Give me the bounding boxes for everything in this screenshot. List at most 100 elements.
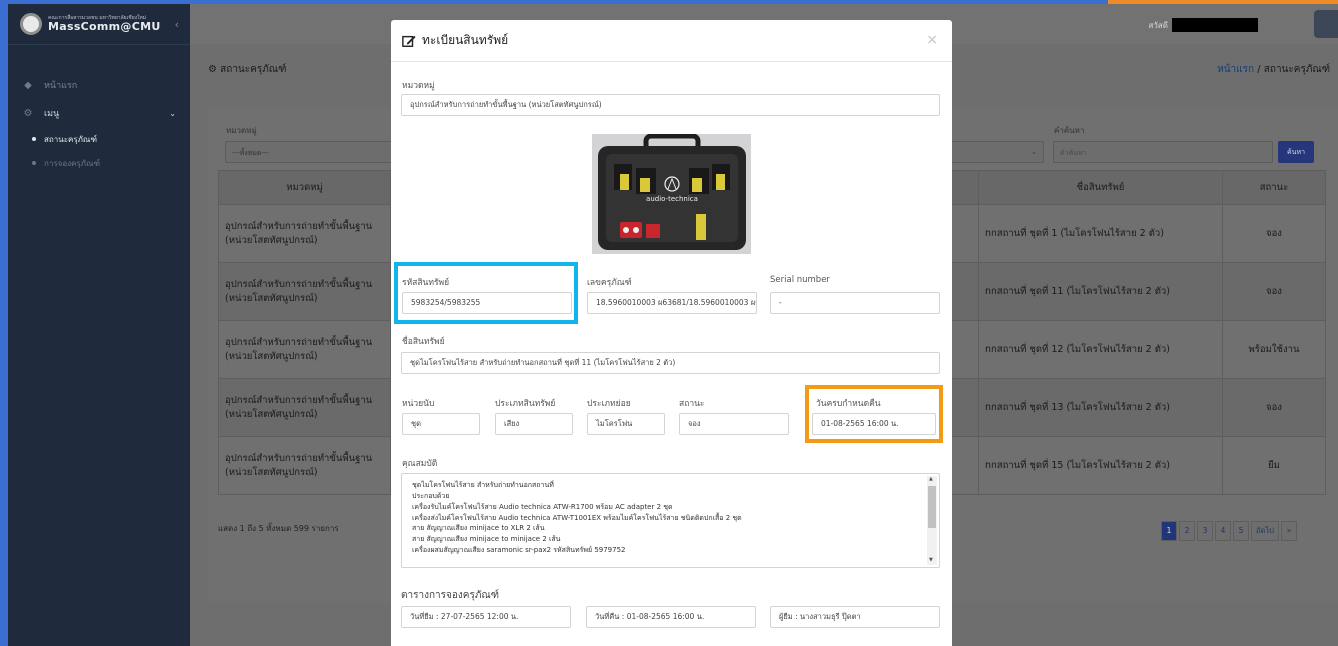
page-title: สถานะครุภัณฑ์ (220, 64, 287, 75)
column-header-category[interactable]: หมวดหมู่ (218, 170, 391, 205)
due-date-label: วันครบกำหนดคืน (816, 399, 881, 409)
cell-category: อุปกรณ์สำหรับการถ่ายทำขั้นพื้นฐาน (หน่วย… (218, 262, 391, 321)
page-4-button[interactable]: 4 (1215, 521, 1231, 541)
redacted-username (1172, 18, 1258, 32)
filter-category-label: หมวดหมู่ (226, 126, 257, 135)
booking-table-title: ตารางการจองครุภัณฑ์ (401, 590, 499, 601)
scroll-up-icon[interactable]: ▲ (929, 476, 933, 484)
specs-line: เครื่องส่งไมค์โครโฟนไร้สาย Audio technic… (412, 513, 742, 522)
cell-name: nกสถานที่ ชุดที่ 13 (ไมโครโฟนไร้สาย 2 ตั… (978, 378, 1223, 437)
gears-icon: ⚙ (208, 64, 221, 75)
breadcrumb-separator: / (1257, 64, 1261, 75)
borrower-field[interactable]: ผู้ยืม : นางสาวมธุรี ปุ๊ดตา (770, 606, 940, 628)
cell-category: อุปกรณ์สำหรับการถ่ายทำขั้นพื้นฐาน (หน่วย… (218, 378, 391, 437)
subtype-label: ประเภทย่อย (587, 399, 631, 409)
asset-code-field[interactable]: 5983254/5983255 (402, 292, 572, 314)
cell-name: nกสถานที่ ชุดที่ 11 (ไมโครโฟนไร้สาย 2 ตั… (978, 262, 1223, 321)
specs-line: เครื่องรับไมค์โครโฟนไร้สาย Audio technic… (412, 502, 673, 511)
user-greeting[interactable]: สวัสดี (1149, 18, 1258, 32)
chevron-down-icon: ⌄ (169, 108, 176, 118)
cell-name: nกสถานที่ ชุดที่ 1 (ไมโครโฟนไร้สาย 2 ตัว… (978, 204, 1223, 263)
page-1-button[interactable]: 1 (1161, 521, 1177, 541)
sidebar: คณะการสื่อสารมวลชน มหาวิทยาลัยเชียงใหม่ … (8, 4, 190, 646)
asset-name-field[interactable]: ชุดไมโครโฟนไร้สาย สำหรับถ่ายทำนอกสถานที่… (401, 352, 940, 374)
due-date-field[interactable]: 01-08-2565 16:00 น. (812, 413, 936, 435)
sidebar-item-equipment-status[interactable]: สถานะครุภัณฑ์ (8, 127, 190, 151)
sidebar-item-equipment-booking[interactable]: การจองครุภัณฑ์ (8, 151, 190, 175)
breadcrumb-home-link[interactable]: หน้าแรก (1217, 64, 1254, 75)
brand: คณะการสื่อสารมวลชน มหาวิทยาลัยเชียงใหม่ … (8, 4, 190, 44)
category-select[interactable]: ---ทั้งหมด--- (225, 141, 397, 163)
asset-modal: ทะเบียนสินทรัพย์ × หมวดหมู่ อุปกรณ์สำหรั… (391, 20, 952, 646)
gears-icon: ⚙ (23, 107, 33, 119)
specs-line: สาย สัญญาณเสียง minijace to minijace 2 เ… (412, 535, 561, 544)
chevron-down-icon[interactable]: ⌄ (940, 141, 1044, 163)
next-page-button[interactable]: ถัดไป (1251, 521, 1279, 541)
status-field[interactable]: จอง (679, 413, 789, 435)
sidebar-item-menu[interactable]: ⚙ เมนู ⌄ (8, 99, 190, 127)
diamond-icon: ◆ (24, 79, 32, 91)
asset-type-label: ประเภทสินทรัพย์ (495, 399, 556, 409)
product-photo: audio-technica (592, 134, 751, 254)
keyword-input[interactable]: คำค้นหา (1053, 141, 1273, 163)
specs-line: ชุดไมโครโฟนไร้สาย สำหรับถ่ายทำนอกสถานที่ (412, 481, 554, 489)
wireless-mic-kit-image: audio-technica (592, 134, 751, 254)
brand-name: MassComm@CMU (48, 20, 161, 33)
user-menu-icon[interactable] (1314, 10, 1338, 38)
column-header-status[interactable]: สถานะ (1222, 170, 1326, 205)
cell-status: พร้อมใช้งาน (1222, 320, 1326, 379)
brand-logo (20, 13, 42, 35)
serial-number-label: Serial number (770, 275, 830, 285)
page-2-button[interactable]: 2 (1179, 521, 1195, 541)
record-count: แสดง 1 ถึง 5 ทั้งหมด 599 รายการ (218, 524, 339, 533)
page-5-button[interactable]: 5 (1233, 521, 1249, 541)
filter-keyword-label: คำค้นหา (1054, 126, 1085, 135)
scroll-down-icon[interactable]: ▼ (929, 557, 933, 565)
specs-textarea[interactable]: ชุดไมโครโฟนไร้สาย สำหรับถ่ายทำนอกสถานที่… (401, 473, 940, 568)
sidebar-item-label: การจองครุภัณฑ์ (44, 158, 101, 168)
asset-type-field[interactable]: เสียง (495, 413, 573, 435)
greeting-text: สวัสดี (1148, 20, 1168, 30)
pagination: 1 2 3 4 5 ถัดไป » (1161, 521, 1297, 541)
photo-brand-text: audio-technica (646, 195, 698, 203)
sidebar-item-home[interactable]: ◆ หน้าแรก (8, 71, 190, 99)
last-page-button[interactable]: » (1280, 521, 1297, 541)
unit-field[interactable]: ชุด (402, 413, 480, 435)
specs-line: เครื่องผสมสัญญาณเสียง saramonic sr-pax2 … (412, 546, 626, 555)
modal-header: ทะเบียนสินทรัพย์ (391, 20, 952, 62)
scrollbar-thumb[interactable] (928, 486, 936, 528)
borrow-date-field[interactable]: วันที่ยืม : 27-07-2565 12:00 น. (401, 606, 571, 628)
serial-number-field[interactable]: - (770, 292, 940, 314)
cell-status: จอง (1222, 262, 1326, 321)
unit-label: หน่วยนับ (402, 399, 435, 409)
cell-status: จอง (1222, 378, 1326, 437)
page-3-button[interactable]: 3 (1197, 521, 1213, 541)
category-field[interactable]: อุปกรณ์สำหรับการถ่ายทำขั้นพื้นฐาน (หน่วย… (401, 94, 940, 116)
sidebar-collapse-icon[interactable]: ‹ (175, 18, 179, 31)
cell-category: อุปกรณ์สำหรับการถ่ายทำขั้นพื้นฐาน (หน่วย… (218, 436, 391, 495)
specs-line: สาย สัญญาณเสียง minijace to XLR 2 เส้น (412, 524, 545, 533)
breadcrumb-current: สถานะครุภัณฑ์ (1263, 64, 1330, 75)
sidebar-item-label: เมนู (44, 109, 60, 119)
specs-label: คุณสมบัติ (402, 459, 438, 469)
modal-title: ทะเบียนสินทรัพย์ (422, 33, 509, 47)
equipment-number-field[interactable]: 18.5960010003 ผ63681/18.5960010003 ผ6 (587, 292, 757, 314)
search-button[interactable]: ค้นหา (1278, 141, 1314, 163)
column-header-name[interactable]: ชื่อสินทรัพย์ (978, 170, 1223, 205)
cell-name: nกสถานที่ ชุดที่ 12 (ไมโครโฟนไร้สาย 2 ตั… (978, 320, 1223, 379)
asset-code-label: รหัสสินทรัพย์ (402, 278, 450, 288)
scrollbar[interactable]: ▲ ▼ (927, 476, 937, 565)
bullet-icon (32, 161, 36, 165)
sidebar-item-label: สถานะครุภัณฑ์ (44, 134, 97, 144)
category-label: หมวดหมู่ (402, 81, 435, 91)
close-icon[interactable]: × (926, 32, 938, 48)
return-date-field[interactable]: วันที่คืน : 01-08-2565 16:00 น. (586, 606, 756, 628)
subtype-field[interactable]: ไมโครโฟน (587, 413, 665, 435)
asset-name-label: ชื่อสินทรัพย์ (402, 337, 445, 347)
specs-line: ประกอบด้วย (412, 491, 450, 500)
cell-name: nกสถานที่ ชุดที่ 15 (ไมโครโฟนไร้สาย 2 ตั… (978, 436, 1223, 495)
cell-status: ยืม (1222, 436, 1326, 495)
sidebar-item-label: หน้าแรก (44, 81, 78, 91)
cell-category: อุปกรณ์สำหรับการถ่ายทำขั้นพื้นฐาน (หน่วย… (218, 320, 391, 379)
equipment-number-label: เลขครุภัณฑ์ (587, 278, 632, 288)
